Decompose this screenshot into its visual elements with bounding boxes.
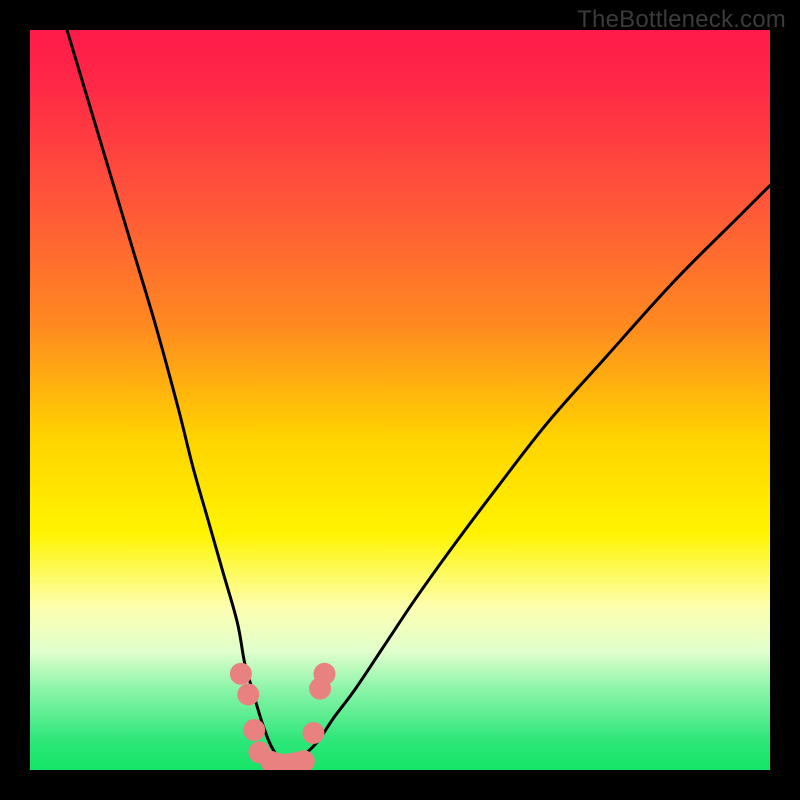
plot-area — [30, 30, 770, 770]
pink-dot — [237, 684, 259, 706]
pink-dot — [230, 663, 252, 685]
pink-dot — [302, 722, 324, 744]
curves-svg — [30, 30, 770, 770]
left-curve-path — [67, 30, 289, 766]
pink-dots-group — [230, 663, 336, 770]
chart-frame: TheBottleneck.com — [0, 0, 800, 800]
pink-dot — [314, 663, 336, 685]
pink-dot — [243, 719, 265, 741]
right-curve-path — [289, 185, 770, 766]
